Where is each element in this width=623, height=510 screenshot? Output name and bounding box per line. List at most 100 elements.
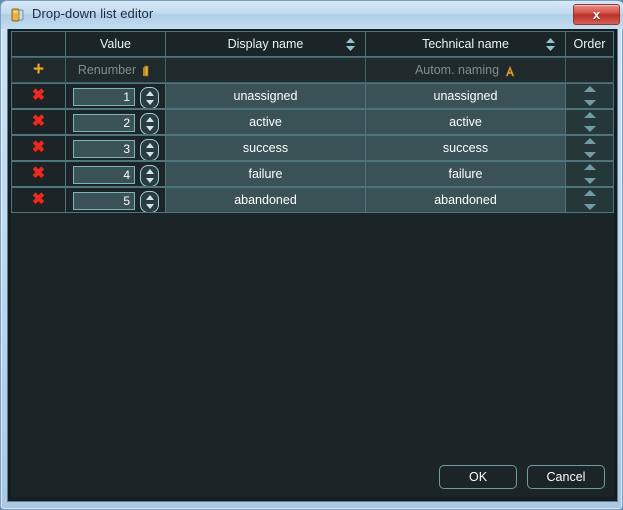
value-input[interactable] [73, 166, 135, 184]
value-stepper[interactable] [140, 113, 159, 134]
editor-panel: Value Display name Technical name Order … [11, 31, 614, 497]
letter-a-icon [504, 64, 516, 78]
stepper-down-icon[interactable] [145, 100, 154, 105]
table-header-row: Value Display name Technical name Order [11, 31, 614, 57]
move-down-icon[interactable] [583, 178, 596, 184]
display-name-cell[interactable]: active [166, 109, 366, 135]
stepper-up-icon[interactable] [145, 169, 154, 174]
delete-icon: ✖ [31, 139, 46, 156]
move-up-icon[interactable] [583, 86, 596, 92]
technical-name-cell[interactable]: success [366, 135, 566, 161]
header-delete-column [11, 31, 66, 57]
header-display-name-column[interactable]: Display name [166, 31, 366, 57]
order-cell [566, 135, 614, 161]
move-up-icon[interactable] [583, 190, 596, 196]
delete-row-button[interactable]: ✖ [11, 187, 66, 213]
delete-icon: ✖ [31, 191, 46, 208]
renumber-label: Renumber [77, 63, 137, 77]
display-name-cell[interactable]: failure [166, 161, 366, 187]
stepper-up-icon[interactable] [145, 117, 154, 122]
value-stepper[interactable] [140, 87, 159, 108]
move-down-icon[interactable] [583, 126, 596, 132]
action-order-cell [566, 57, 614, 83]
move-down-icon[interactable] [583, 100, 596, 106]
stepper-up-icon[interactable] [145, 143, 154, 148]
value-cell [66, 187, 166, 213]
value-stepper[interactable] [140, 139, 159, 160]
auto-naming-label: Autom. naming [414, 63, 500, 77]
table-action-row: + Renumber Autom. naming [11, 57, 614, 83]
delete-icon: ✖ [31, 87, 46, 104]
action-display-name-cell [166, 57, 366, 83]
value-input[interactable] [73, 114, 135, 132]
technical-name-cell[interactable]: active [366, 109, 566, 135]
table-row: ✖ abandonedabandoned [11, 187, 614, 213]
header-technical-name-column[interactable]: Technical name [366, 31, 566, 57]
technical-name-cell[interactable]: failure [366, 161, 566, 187]
stepper-up-icon[interactable] [145, 91, 154, 96]
value-stepper[interactable] [140, 165, 159, 186]
order-cell [566, 83, 614, 109]
order-arrows[interactable] [580, 85, 600, 107]
sort-display-name-icon[interactable] [346, 38, 355, 51]
value-input[interactable] [73, 192, 135, 210]
delete-icon: ✖ [31, 165, 46, 182]
stepper-up-icon[interactable] [145, 195, 154, 200]
move-down-icon[interactable] [583, 152, 596, 158]
value-input[interactable] [73, 140, 135, 158]
cancel-button[interactable]: Cancel [527, 465, 605, 489]
move-up-icon[interactable] [583, 164, 596, 170]
header-order-column[interactable]: Order [566, 31, 614, 57]
dialog-window: Drop-down list editor x Value Display na… [0, 0, 623, 510]
delete-row-button[interactable]: ✖ [11, 83, 66, 109]
value-stepper[interactable] [140, 191, 159, 212]
header-value-column[interactable]: Value [66, 31, 166, 57]
move-up-icon[interactable] [583, 138, 596, 144]
ok-button[interactable]: OK [439, 465, 517, 489]
technical-name-cell[interactable]: abandoned [366, 187, 566, 213]
client-area: Value Display name Technical name Order … [7, 29, 618, 502]
table-body: ✖ unassignedunassigned ✖ activeactive ✖ succe… [11, 83, 614, 213]
stepper-down-icon[interactable] [145, 178, 154, 183]
delete-icon: ✖ [31, 113, 46, 130]
value-cell [66, 83, 166, 109]
display-name-cell[interactable]: unassigned [166, 83, 366, 109]
header-display-name-label: Display name [227, 37, 304, 51]
header-technical-name-label: Technical name [422, 37, 509, 51]
order-cell [566, 187, 614, 213]
value-cell [66, 109, 166, 135]
order-arrows[interactable] [580, 137, 600, 159]
sort-technical-name-icon[interactable] [546, 38, 555, 51]
auto-naming-button[interactable]: Autom. naming [366, 57, 566, 83]
order-arrows[interactable] [580, 163, 600, 185]
dropdown-items-table: Value Display name Technical name Order … [11, 31, 614, 213]
order-cell [566, 161, 614, 187]
window-title: Drop-down list editor [32, 6, 154, 21]
close-icon: x [592, 7, 601, 22]
technical-name-cell[interactable]: unassigned [366, 83, 566, 109]
value-input[interactable] [73, 88, 135, 106]
table-row: ✖ successsuccess [11, 135, 614, 161]
order-arrows[interactable] [580, 189, 600, 211]
delete-row-button[interactable]: ✖ [11, 135, 66, 161]
table-row: ✖ activeactive [11, 109, 614, 135]
order-cell [566, 109, 614, 135]
close-button[interactable]: x [573, 4, 620, 25]
list-editor-icon [10, 7, 26, 23]
delete-row-button[interactable]: ✖ [11, 161, 66, 187]
add-row-button[interactable]: + [11, 57, 66, 83]
move-down-icon[interactable] [583, 204, 596, 210]
stepper-down-icon[interactable] [145, 126, 154, 131]
display-name-cell[interactable]: abandoned [166, 187, 366, 213]
renumber-button[interactable]: Renumber [66, 57, 166, 83]
title-bar: Drop-down list editor x [1, 1, 623, 29]
move-up-icon[interactable] [583, 112, 596, 118]
table-row: ✖ failurefailure [11, 161, 614, 187]
stepper-down-icon[interactable] [145, 204, 154, 209]
order-arrows[interactable] [580, 111, 600, 133]
number-one-icon [141, 64, 153, 78]
stepper-down-icon[interactable] [145, 152, 154, 157]
display-name-cell[interactable]: success [166, 135, 366, 161]
delete-row-button[interactable]: ✖ [11, 109, 66, 135]
table-row: ✖ unassignedunassigned [11, 83, 614, 109]
